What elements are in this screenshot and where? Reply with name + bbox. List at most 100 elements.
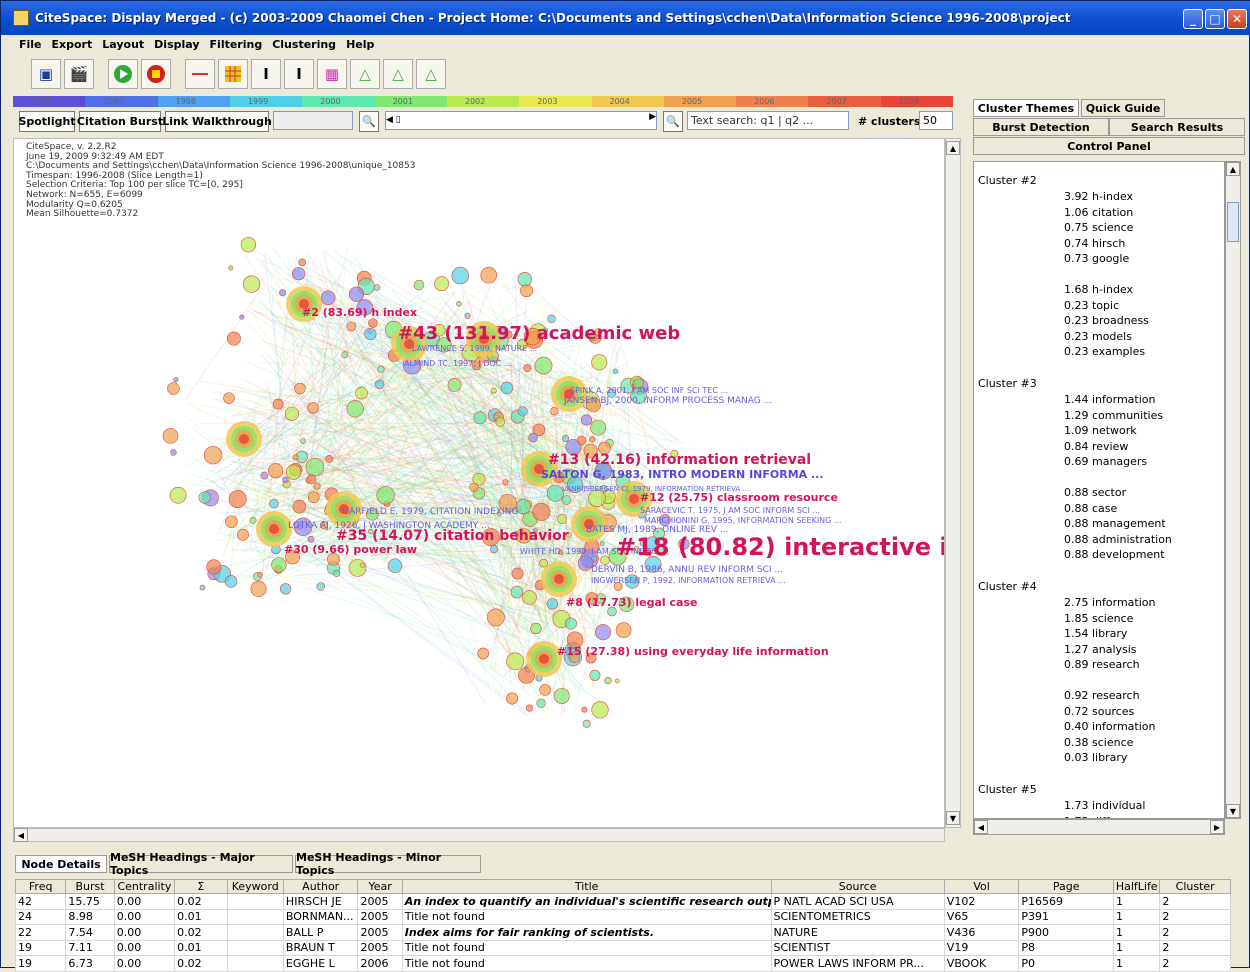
menu-export[interactable]: Export bbox=[52, 38, 93, 51]
text-cursor-icon[interactable]: I bbox=[284, 59, 314, 89]
menu-clustering[interactable]: Clustering bbox=[272, 38, 336, 51]
themes-hscrollbar[interactable]: ◀ ▶ bbox=[973, 819, 1225, 835]
themes-scrollbar[interactable]: ▲ ▼ bbox=[1225, 161, 1241, 819]
close-button[interactable]: ✕ bbox=[1227, 9, 1247, 29]
table-cell: 1 bbox=[1114, 925, 1160, 941]
hourglass-icon[interactable]: Ⅰ bbox=[251, 59, 281, 89]
column-header[interactable]: Author bbox=[283, 880, 358, 894]
scroll-up-icon[interactable]: ▲ bbox=[946, 141, 960, 155]
column-header[interactable]: Σ bbox=[175, 880, 227, 894]
canvas-horizontal-scrollbar[interactable]: ◀ bbox=[13, 828, 945, 842]
menu-filtering[interactable]: Filtering bbox=[210, 38, 263, 51]
ref-almind[interactable]: ALMIND TC, 1997, J DOC ... bbox=[404, 359, 512, 368]
clapper-icon[interactable]: 🎬 bbox=[64, 59, 94, 89]
cluster-label-8[interactable]: #8 (17.73) legal case bbox=[566, 596, 697, 609]
ref-spink[interactable]: SPINK A, 2001, J AM SOC INF SCI TEC ... bbox=[570, 386, 728, 395]
column-header[interactable]: Burst bbox=[66, 880, 114, 894]
tab-mesh-major[interactable]: MeSH Headings - Major Topics bbox=[109, 855, 293, 873]
zoom-slider[interactable]: ◀ ▯▶ bbox=[385, 111, 657, 130]
column-header[interactable]: Freq bbox=[16, 880, 66, 894]
zoom-in-icon[interactable]: 🔍 bbox=[663, 111, 683, 132]
ref-marchionini[interactable]: MARCHIONINI G, 1995, INFORMATION SEEKING… bbox=[644, 516, 842, 525]
ref-garfield[interactable]: GARFIELD E, 1979, CITATION INDEXING ... bbox=[342, 507, 530, 517]
themes-scroll-thumb[interactable] bbox=[1227, 202, 1239, 242]
column-header[interactable]: Year bbox=[358, 880, 402, 894]
citation-burst-button[interactable]: Citation Burst bbox=[79, 111, 161, 132]
cluster-label-43[interactable]: #43 (131.97) academic web bbox=[398, 323, 680, 344]
cluster-label-18[interactable]: #18 (80.82) interactive inf bbox=[616, 533, 945, 561]
table-cell: Index aims for fair ranking of scientist… bbox=[402, 925, 771, 941]
themes-scroll-down-icon[interactable]: ▼ bbox=[1226, 804, 1240, 818]
menu-display[interactable]: Display bbox=[154, 38, 199, 51]
cluster-label-35[interactable]: #35 (14.07) citation behavior bbox=[336, 528, 569, 544]
triangle-icon-3[interactable]: △ bbox=[416, 59, 446, 89]
column-header[interactable]: Page bbox=[1019, 880, 1114, 894]
table-row[interactable]: 196.730.000.02EGGHE L2006Title not found… bbox=[16, 956, 1231, 972]
maximize-button[interactable]: □ bbox=[1205, 9, 1225, 29]
cluster-themes-list[interactable]: Cluster #23.92 h-index1.06 citation0.75 … bbox=[973, 161, 1225, 819]
table-row[interactable]: 227.540.000.02BALL P2005Index aims for f… bbox=[16, 925, 1231, 941]
node-details-table[interactable]: FreqBurstCentralityΣKeywordAuthorYearTit… bbox=[15, 879, 1231, 972]
link-walkthrough-button[interactable]: Link Walkthrough bbox=[165, 111, 269, 132]
network-canvas[interactable]: CiteSpace, v. 2.2.R2 June 19, 2009 9:32:… bbox=[13, 138, 945, 828]
line-icon[interactable] bbox=[185, 59, 215, 89]
cluster-theme-term: 0.73 google bbox=[1064, 252, 1129, 265]
ref-lawrence[interactable]: LAWRENCE S, 1999, NATURE ... bbox=[412, 344, 537, 353]
cluster-label-13[interactable]: #13 (42.16) information retrieval bbox=[548, 452, 811, 468]
table-row[interactable]: 197.110.000.01BRAUN T2005Title not found… bbox=[16, 940, 1231, 956]
ref-ingwersen[interactable]: INGWERSEN P, 1992, INFORMATION RETRIEVA … bbox=[591, 576, 786, 585]
toolbar: ▣ 🎬 Ⅰ I ▦ △ △ △ bbox=[1, 54, 1250, 94]
canvas-vertical-scrollbar[interactable]: ▲ ▼ bbox=[945, 138, 961, 828]
table-cell: V102 bbox=[944, 894, 1019, 910]
scroll-down-icon[interactable]: ▼ bbox=[946, 811, 960, 825]
color-grid-icon[interactable] bbox=[218, 59, 248, 89]
spotlight-button[interactable]: Spotlight bbox=[19, 111, 75, 132]
tab-quick-guide[interactable]: Quick Guide bbox=[1081, 99, 1165, 117]
cluster-label-30[interactable]: #30 (9.66) power law bbox=[284, 543, 417, 556]
spotlight-field[interactable] bbox=[273, 111, 353, 130]
triangle-icon-1[interactable]: △ bbox=[350, 59, 380, 89]
matrix-icon[interactable]: ▦ bbox=[317, 59, 347, 89]
column-header[interactable]: Centrality bbox=[114, 880, 174, 894]
text-search-input[interactable]: Text search: q1 | q2 ... bbox=[687, 111, 849, 130]
ref-dervin[interactable]: DERVIN B, 1986, ANNU REV INFORM SCI ... bbox=[591, 565, 783, 575]
column-header[interactable]: Vol bbox=[944, 880, 1019, 894]
column-header[interactable]: Title bbox=[402, 880, 771, 894]
cluster-label-15[interactable]: #15 (27.38) using everyday life informat… bbox=[557, 645, 829, 658]
menu-help[interactable]: Help bbox=[346, 38, 374, 51]
tab-node-details[interactable]: Node Details bbox=[15, 855, 107, 873]
column-header[interactable]: HalfLife bbox=[1114, 880, 1160, 894]
ref-jansen[interactable]: JANSEN BJ, 2000, INFORM PROCESS MANAG ..… bbox=[564, 396, 772, 406]
cluster-label-2[interactable]: #2 (83.69) h index bbox=[302, 306, 417, 319]
table-cell: BORNMAN... bbox=[283, 909, 358, 925]
tab-search-results[interactable]: Search Results bbox=[1109, 118, 1245, 136]
table-cell: P16569 bbox=[1019, 894, 1114, 910]
themes-scroll-left-icon[interactable]: ◀ bbox=[974, 820, 988, 834]
table-row[interactable]: 4215.750.000.02HIRSCH JE2005An index to … bbox=[16, 894, 1231, 910]
scroll-left-icon[interactable]: ◀ bbox=[14, 828, 28, 842]
menu-file[interactable]: File bbox=[19, 38, 42, 51]
table-row[interactable]: 248.980.000.01BORNMAN...2005Title not fo… bbox=[16, 909, 1231, 925]
table-cell: V19 bbox=[944, 940, 1019, 956]
tab-burst-detection[interactable]: Burst Detection bbox=[973, 118, 1109, 136]
cluster-label-12[interactable]: #12 (25.75) classroom resource bbox=[640, 491, 838, 504]
tab-cluster-themes[interactable]: Cluster Themes bbox=[973, 99, 1079, 117]
menu-layout[interactable]: Layout bbox=[102, 38, 144, 51]
themes-scroll-up-icon[interactable]: ▲ bbox=[1226, 162, 1240, 176]
zoom-out-icon[interactable]: 🔍 bbox=[359, 111, 379, 132]
themes-scroll-right-icon[interactable]: ▶ bbox=[1210, 820, 1224, 834]
tab-control-panel[interactable]: Control Panel bbox=[973, 137, 1245, 155]
minimize-button[interactable]: _ bbox=[1183, 9, 1203, 29]
ref-salton[interactable]: SALTON G, 1983, INTRO MODERN INFORMA ... bbox=[541, 468, 824, 481]
play-icon[interactable] bbox=[108, 59, 138, 89]
network-graph[interactable] bbox=[14, 139, 945, 828]
ref-saracevic[interactable]: SARACEVIC T, 1975, J AM SOC INFORM SCI .… bbox=[640, 506, 820, 515]
triangle-icon-2[interactable]: △ bbox=[383, 59, 413, 89]
stop-icon[interactable] bbox=[141, 59, 171, 89]
save-icon[interactable]: ▣ bbox=[31, 59, 61, 89]
column-header[interactable]: Keyword bbox=[227, 880, 283, 894]
clusters-input[interactable]: 50 bbox=[919, 111, 953, 130]
column-header[interactable]: Source bbox=[771, 880, 944, 894]
tab-mesh-minor[interactable]: MeSH Headings - Minor Topics bbox=[295, 855, 481, 873]
column-header[interactable]: Cluster bbox=[1160, 880, 1231, 894]
